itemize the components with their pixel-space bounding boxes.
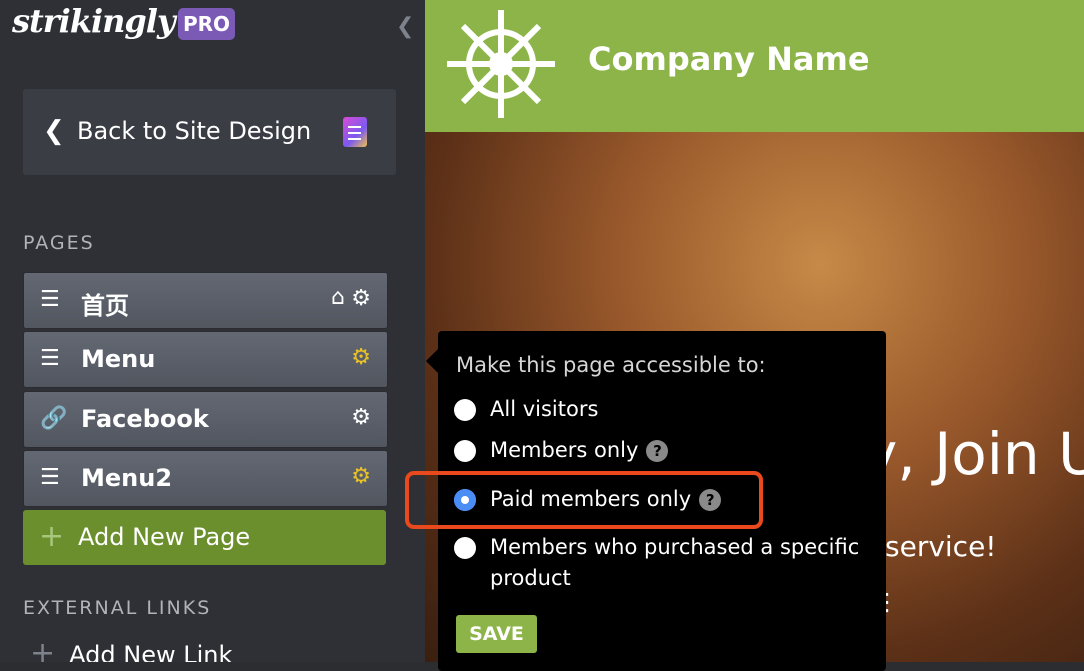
- back-button-label: Back to Site Design: [77, 117, 312, 145]
- site-header: Company Name: [425, 0, 1084, 132]
- page-item-menu2[interactable]: ☰ Menu2 ⚙: [23, 450, 388, 507]
- pages-section-label: PAGES: [23, 232, 95, 254]
- menu-lines-icon: ☰: [40, 287, 60, 312]
- back-to-site-design-button[interactable]: ❮ Back to Site Design: [23, 89, 396, 175]
- home-icon: ⌂: [331, 285, 345, 310]
- page-item-facebook[interactable]: 🔗 Facebook ⚙: [23, 391, 388, 448]
- gear-icon[interactable]: ⚙: [351, 464, 371, 489]
- menu-lines-icon: ☰: [40, 346, 60, 371]
- external-links-section-label: EXTERNAL LINKS: [23, 597, 212, 619]
- popover-arrow: [426, 349, 438, 373]
- option-label-line2: product: [490, 566, 571, 590]
- page-name: Menu2: [81, 464, 173, 492]
- collapse-sidebar-icon[interactable]: ❮: [396, 14, 414, 39]
- option-label: Members only: [490, 438, 639, 462]
- page-name: Facebook: [81, 405, 209, 433]
- company-name: Company Name: [588, 40, 870, 78]
- page-name: 首页: [81, 292, 129, 320]
- ship-wheel-icon: [447, 10, 555, 118]
- page-item-home[interactable]: ☰ 首页 ⌂ ⚙: [23, 272, 388, 329]
- highlight-annotation: [405, 471, 763, 529]
- hero-title: y, Join U: [863, 420, 1084, 488]
- radio-all-visitors[interactable]: [454, 399, 476, 421]
- page-item-menu[interactable]: ☰ Menu ⚙: [23, 331, 388, 388]
- option-label: Members who purchased a specific: [490, 535, 860, 559]
- plus-icon: +: [30, 636, 56, 662]
- gear-icon[interactable]: ⚙: [351, 345, 371, 370]
- chevron-left-icon: ❮: [43, 116, 65, 146]
- pro-badge: PRO: [178, 8, 235, 40]
- menu-lines-icon: ☰: [40, 465, 60, 490]
- sidebar: strikingly PRO ❮ ❮ Back to Site Design P…: [0, 0, 425, 662]
- popover-title: Make this page accessible to:: [456, 353, 766, 377]
- page-name: Menu: [81, 345, 156, 373]
- help-icon[interactable]: ?: [646, 440, 669, 462]
- add-new-page-button[interactable]: + Add New Page: [23, 510, 386, 565]
- radio-purchased-product[interactable]: [454, 537, 476, 559]
- save-button[interactable]: SAVE: [456, 615, 537, 653]
- gear-icon[interactable]: ⚙: [351, 286, 371, 311]
- option-label: All visitors: [490, 397, 599, 421]
- add-new-link-label: Add New Link: [69, 641, 233, 662]
- document-icon: [343, 117, 367, 147]
- gear-icon[interactable]: ⚙: [351, 405, 371, 430]
- strikingly-logo: strikingly: [12, 2, 176, 40]
- radio-members-only[interactable]: [454, 440, 476, 462]
- add-new-link-button[interactable]: + Add New Link: [30, 636, 232, 662]
- add-new-page-label: Add New Page: [78, 523, 251, 551]
- hero-subtitle: service!: [885, 530, 997, 563]
- link-icon: 🔗: [40, 406, 68, 431]
- plus-icon: +: [39, 519, 65, 554]
